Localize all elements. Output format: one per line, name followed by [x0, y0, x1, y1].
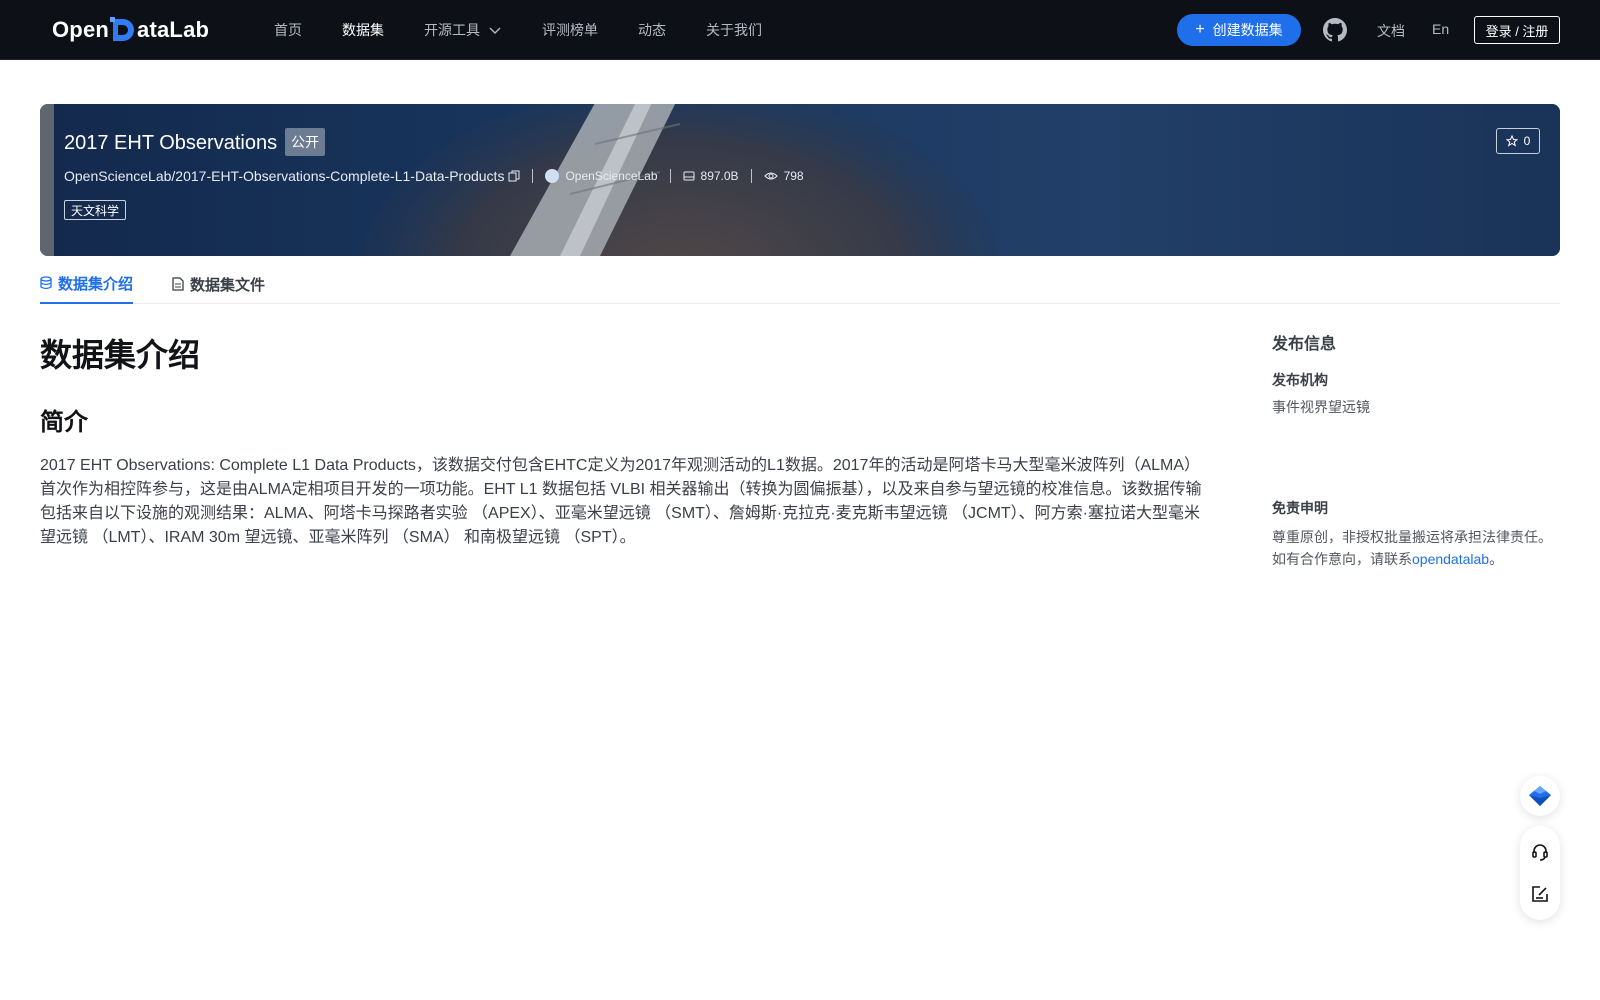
- nav-label: 首页: [274, 22, 302, 38]
- docs-link[interactable]: 文档: [1377, 21, 1405, 41]
- nav-item-datasets[interactable]: 数据集: [342, 20, 384, 40]
- disclaimer-suffix: 。: [1489, 551, 1504, 567]
- create-dataset-label: 创建数据集: [1212, 22, 1283, 38]
- view-count: 798: [763, 169, 804, 183]
- dataset-title: 2017 EHT Observations: [64, 132, 278, 154]
- floating-assistant-button[interactable]: [1520, 776, 1560, 816]
- feedback-button[interactable]: [1520, 874, 1560, 914]
- dataset-banner: 2017 EHT Observations 公开 0 OpenScienceLa…: [40, 104, 1560, 256]
- opendatalab-logo[interactable]: Open ataLab: [52, 14, 209, 46]
- nav-label: 关于我们: [706, 22, 762, 38]
- disclaimer-prefix: 如有合作意向，请联系: [1272, 551, 1412, 567]
- support-button[interactable]: [1520, 832, 1560, 872]
- contact-link[interactable]: opendatalab: [1412, 551, 1489, 567]
- meta-divider: [750, 169, 752, 183]
- dataset-size: 897.0B: [683, 169, 739, 183]
- dataset-tabs: 数据集介绍 数据集文件: [40, 264, 1560, 304]
- publish-info-title: 发布信息: [1272, 336, 1337, 353]
- dataset-meta-row: OpenScienceLab/2017-EHT-Observations-Com…: [64, 166, 804, 186]
- edit-note-icon: [1532, 886, 1548, 902]
- create-dataset-button[interactable]: + 创建数据集: [1177, 14, 1301, 46]
- disclaimer-label: 免责申明: [1272, 500, 1328, 516]
- nav-label: 开源工具: [424, 22, 480, 38]
- nav-item-leaderboard[interactable]: 评测榜单: [542, 20, 598, 40]
- disclaimer-text: 尊重原创，非授权批量搬运将承担法律责任。 如有合作意向，请联系opendatal…: [1272, 526, 1572, 570]
- star-button[interactable]: 0: [1496, 128, 1540, 154]
- nav-item-open-source-tools[interactable]: 开源工具: [424, 20, 502, 40]
- nav-label: 数据集: [342, 22, 384, 38]
- nav-item-about-us[interactable]: 关于我们: [706, 20, 762, 40]
- content-paragraph: 2017 EHT Observations: Complete L1 Data …: [40, 457, 1202, 546]
- visibility-badge: 公开: [285, 128, 325, 156]
- github-icon[interactable]: [1323, 18, 1347, 42]
- size-value: 897.0B: [700, 169, 739, 183]
- tab-label: 数据集介绍: [58, 275, 134, 293]
- tab-label: 数据集文件: [190, 276, 266, 294]
- headset-icon: [1532, 844, 1548, 861]
- category-tag[interactable]: 天文科学: [64, 200, 127, 220]
- top-navigation-bar: Open ataLab 首页 数据集 开源工具 评测榜单 动态 关于我们 + 创…: [0, 0, 1600, 60]
- language-switch[interactable]: En: [1432, 21, 1449, 37]
- publisher-label: 发布机构: [1272, 372, 1328, 388]
- file-icon: [172, 277, 184, 291]
- eye-icon: [763, 172, 778, 180]
- disk-icon: [683, 171, 695, 181]
- star-count: 0: [1523, 134, 1531, 148]
- content-subheading: 简介: [40, 409, 88, 436]
- login-register-button[interactable]: 登录 / 注册: [1474, 16, 1560, 44]
- publisher-value: 事件视界望远镜: [1272, 399, 1370, 415]
- meta-divider: [532, 169, 534, 183]
- nav-label: 评测榜单: [542, 22, 598, 38]
- repo-path: OpenScienceLab/2017-EHT-Observations-Com…: [64, 168, 505, 184]
- tab-dataset-intro[interactable]: 数据集介绍: [40, 264, 134, 304]
- chevron-down-icon: [489, 27, 501, 34]
- star-icon: [1505, 135, 1518, 147]
- logo-text-prefix: Open: [52, 17, 110, 42]
- disclaimer-line-2: 如有合作意向，请联系opendatalab。: [1272, 548, 1572, 570]
- logo-d-mark-icon: [110, 17, 136, 43]
- content-heading: 数据集介绍: [40, 337, 201, 373]
- floating-tools-group: [1520, 826, 1560, 920]
- tab-dataset-files[interactable]: 数据集文件: [172, 264, 265, 304]
- org-avatar-icon: [545, 169, 560, 183]
- publish-info-panel: 发布信息 发布机构 事件视界望远镜 免责申明 尊重原创，非授权批量搬运将承担法律…: [1272, 330, 1562, 567]
- plus-icon: +: [1195, 21, 1205, 38]
- nav-label: 动态: [638, 22, 666, 38]
- logo-text-suffix: ataLab: [137, 17, 210, 42]
- disclaimer-line-1: 尊重原创，非授权批量搬运将承担法律责任。: [1272, 529, 1552, 545]
- org-name: OpenScienceLab: [565, 169, 658, 183]
- views-value: 798: [783, 169, 804, 183]
- diamond-logo-icon: [1529, 786, 1551, 806]
- org-link[interactable]: OpenScienceLab: [545, 169, 658, 183]
- database-icon: [40, 276, 52, 290]
- nav-item-news[interactable]: 动态: [638, 20, 666, 40]
- main-nav: 首页 数据集 开源工具 评测榜单 动态 关于我们: [274, 0, 802, 60]
- meta-divider: [669, 169, 671, 183]
- nav-item-home[interactable]: 首页: [274, 20, 302, 40]
- copy-icon[interactable]: [508, 170, 520, 182]
